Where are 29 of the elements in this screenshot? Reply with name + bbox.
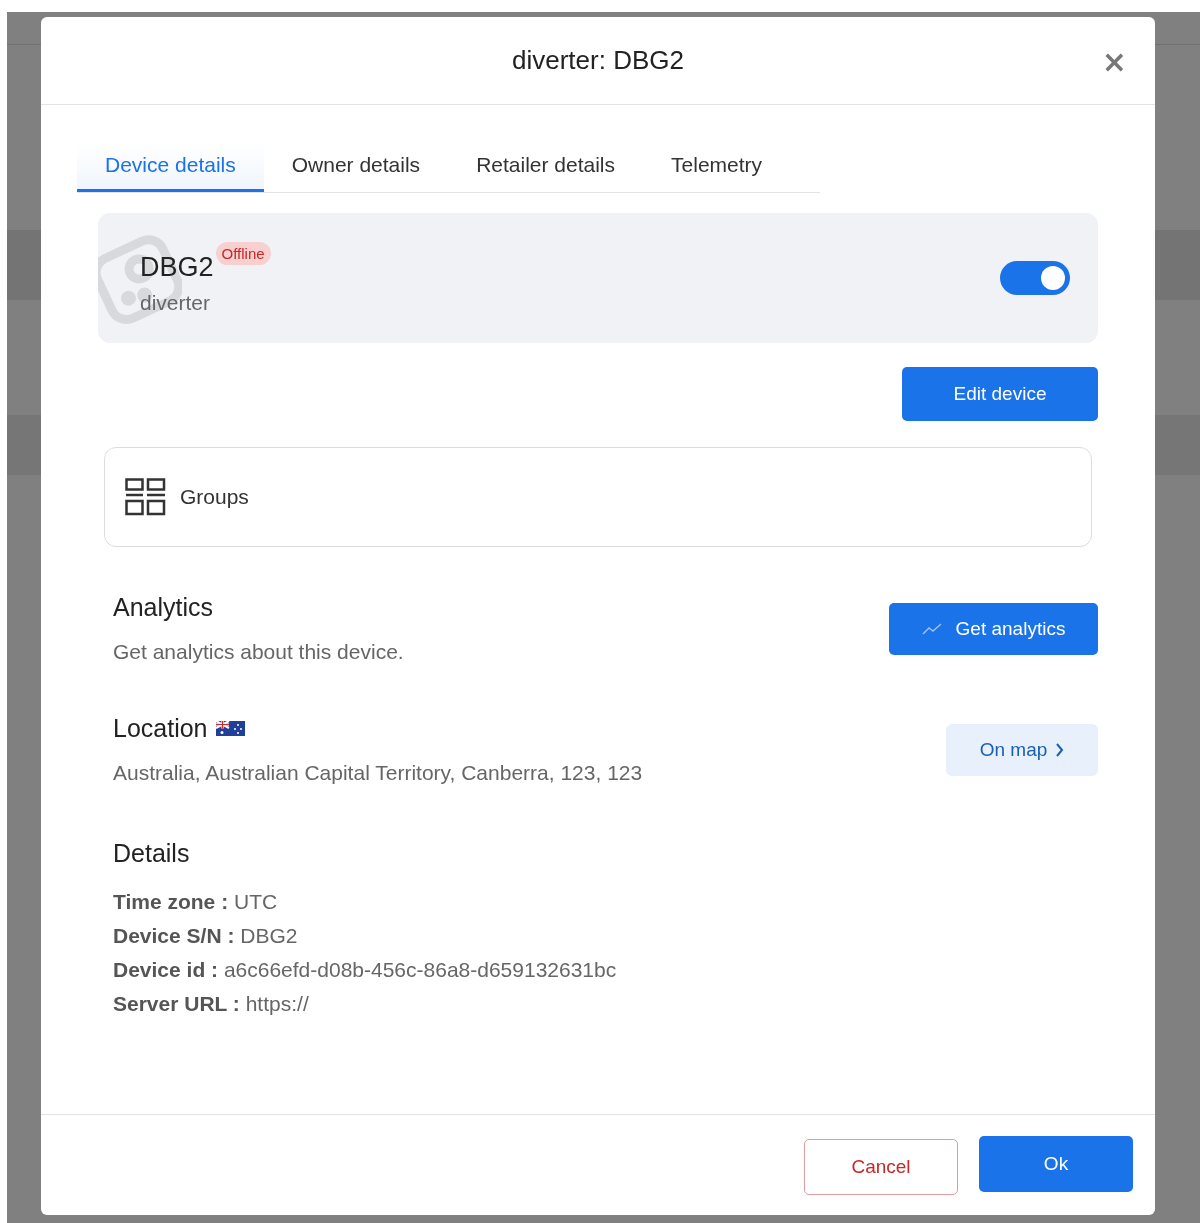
address-text: Australia, Australian Capital Territory, Canberra, 123, 123: [113, 761, 643, 785]
trend-icon: [921, 622, 942, 635]
detail-row-text: Device S/N : DBG2: [113, 923, 299, 949]
get-analytics-button[interactable]: Get analytics: [889, 602, 1098, 655]
close-button[interactable]: ×: [1095, 47, 1133, 77]
device-type: diverter: [140, 290, 212, 315]
section-title: Location: [113, 714, 208, 743]
detail-row-text: Time zone : UTC: [113, 889, 279, 915]
ok-button[interactable]: Ok: [979, 1136, 1133, 1192]
cancel-button[interactable]: Cancel: [804, 1139, 958, 1195]
section-title: Analytics: [113, 593, 215, 622]
status-badge: Offline: [215, 241, 271, 265]
chevron-icon: [1055, 742, 1065, 757]
toggle-switch[interactable]: [1000, 261, 1070, 295]
detail-row-text: Server URL : https://: [113, 991, 310, 1017]
tab[interactable]: Owner details: [263, 143, 449, 192]
device-name: DBG2: [140, 251, 214, 283]
detail-row-text: Device id : a6c66efd-d08b-456c-86a8-d659132631bc: [113, 957, 618, 983]
section-description: Get analytics about this device.: [113, 640, 404, 664]
groups-panel[interactable]: Groups: [104, 447, 1092, 547]
on-map-button[interactable]: On map: [946, 723, 1098, 776]
edit-device-button[interactable]: Edit device: [902, 367, 1098, 421]
tab[interactable]: Telemetry: [643, 143, 791, 192]
section-title: Details: [113, 839, 191, 868]
flag-icon: [215, 721, 245, 736]
groups-label: Groups: [180, 485, 249, 509]
tab[interactable]: Retailer details: [448, 143, 644, 192]
dialog-title: diverter: DBG2: [512, 45, 684, 76]
grid-icon: [125, 478, 166, 516]
